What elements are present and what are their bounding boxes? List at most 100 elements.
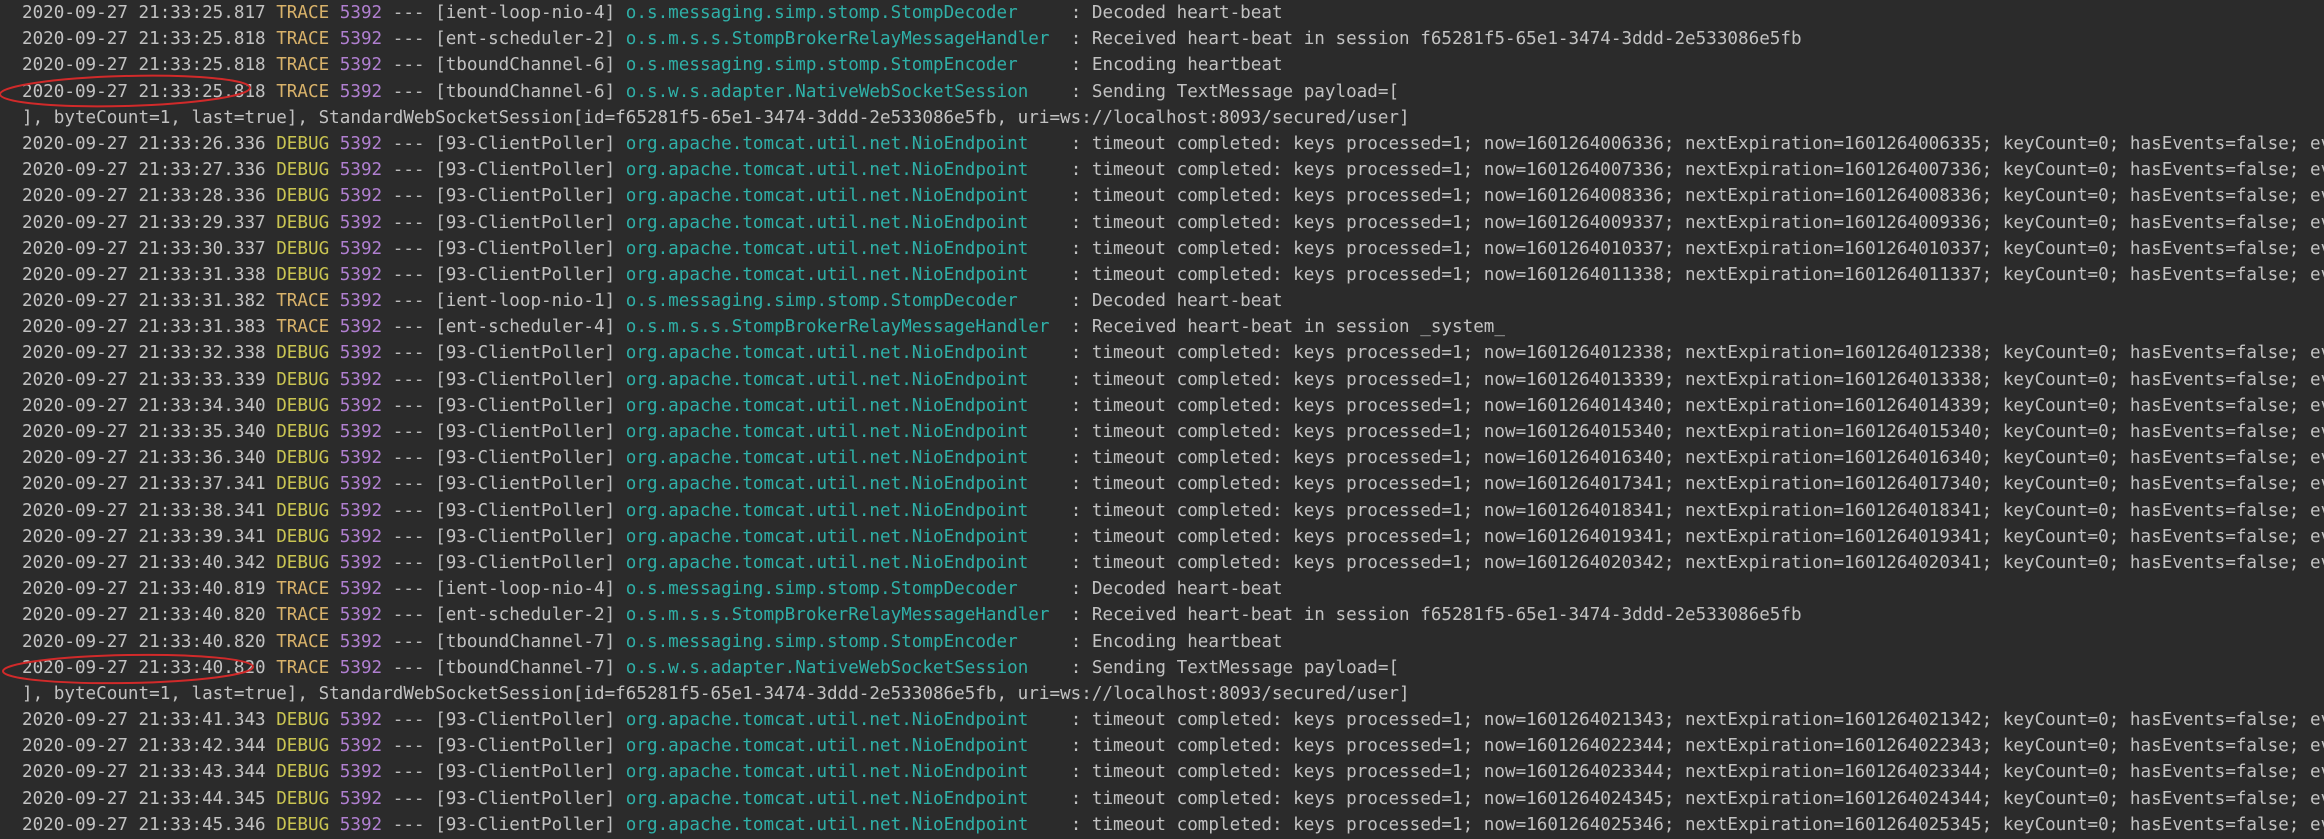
log-timestamp: 2020-09-27 21:33:34.340 <box>22 395 266 416</box>
log-message: : timeout completed: keys processed=1; n… <box>1070 788 2324 809</box>
log-line: 2020-09-27 21:33:29.337 DEBUG 5392 --- [… <box>22 210 2324 236</box>
log-timestamp: 2020-09-27 21:33:42.344 <box>22 736 266 757</box>
log-thread: [93-ClientPoller] <box>435 448 616 469</box>
log-logger: o.s.messaging.simp.stomp.StompDecoder <box>625 291 1061 312</box>
log-timestamp: 2020-09-27 21:33:41.343 <box>22 710 266 731</box>
log-logger: o.s.m.s.s.StompBrokerRelayMessageHandler <box>625 605 1061 626</box>
log-message: : timeout completed: keys processed=1; n… <box>1070 238 2324 259</box>
log-message: : timeout completed: keys processed=1; n… <box>1070 133 2324 154</box>
log-level: TRACE <box>276 3 330 23</box>
log-pid: 5392 <box>339 55 383 76</box>
log-message: : timeout completed: keys processed=1; n… <box>1070 500 2324 521</box>
log-pid: 5392 <box>339 212 383 233</box>
log-level: TRACE <box>276 55 330 76</box>
log-logger: org.apache.tomcat.util.net.NioEndpoint <box>625 186 1061 207</box>
log-timestamp: 2020-09-27 21:33:32.338 <box>22 343 266 364</box>
log-level: DEBUG <box>276 160 330 181</box>
log-message: : timeout completed: keys processed=1; n… <box>1070 526 2324 547</box>
log-pid: 5392 <box>339 474 383 495</box>
log-logger: org.apache.tomcat.util.net.NioEndpoint <box>625 788 1061 809</box>
log-message: : Received heart-beat in session f65281f… <box>1070 29 1802 50</box>
log-level: DEBUG <box>276 526 330 547</box>
log-level: DEBUG <box>276 500 330 521</box>
log-pid: 5392 <box>339 343 383 364</box>
log-thread: [ent-scheduler-2] <box>435 605 616 626</box>
log-line: 2020-09-27 21:33:25.817 TRACE 5392 --- [… <box>22 3 1283 23</box>
log-line: 2020-09-27 21:33:33.339 DEBUG 5392 --- [… <box>22 367 2324 393</box>
log-thread: [93-ClientPoller] <box>435 736 616 757</box>
log-pid: 5392 <box>339 657 383 678</box>
log-level: TRACE <box>276 29 330 50</box>
log-message: : timeout completed: keys processed=1; n… <box>1070 343 2324 364</box>
log-pid: 5392 <box>339 500 383 521</box>
log-timestamp: 2020-09-27 21:33:44.345 <box>22 788 266 809</box>
log-level: TRACE <box>276 579 330 600</box>
log-message: : Encoding heartbeat <box>1070 55 1283 76</box>
log-line: 2020-09-27 21:33:34.340 DEBUG 5392 --- [… <box>22 393 2324 419</box>
log-timestamp: 2020-09-27 21:33:31.338 <box>22 264 266 285</box>
log-message: : Decoded heart-beat <box>1070 3 1283 23</box>
log-level: DEBUG <box>276 474 330 495</box>
log-timestamp: 2020-09-27 21:33:25.818 <box>22 55 266 76</box>
log-line: 2020-09-27 21:33:40.819 TRACE 5392 --- [… <box>22 579 1283 600</box>
log-logger: o.s.w.s.adapter.NativeWebSocketSession <box>625 81 1061 102</box>
log-pid: 5392 <box>339 81 383 102</box>
log-level: DEBUG <box>276 710 330 731</box>
log-timestamp: 2020-09-27 21:33:31.382 <box>22 291 266 312</box>
log-logger: org.apache.tomcat.util.net.NioEndpoint <box>625 500 1061 521</box>
log-timestamp: 2020-09-27 21:33:40.819 <box>22 579 266 600</box>
log-pid: 5392 <box>339 291 383 312</box>
log-pid: 5392 <box>339 710 383 731</box>
log-line: 2020-09-27 21:33:36.340 DEBUG 5392 --- [… <box>22 445 2324 471</box>
log-thread: [tboundChannel-6] <box>435 81 616 102</box>
log-logger: org.apache.tomcat.util.net.NioEndpoint <box>625 526 1061 547</box>
log-line: 2020-09-27 21:33:41.343 DEBUG 5392 --- [… <box>22 707 2324 733</box>
log-line: 2020-09-27 21:33:32.338 DEBUG 5392 --- [… <box>22 340 2324 366</box>
log-message: : timeout completed: keys processed=1; n… <box>1070 186 2324 207</box>
log-level: TRACE <box>276 317 330 338</box>
log-pid: 5392 <box>339 788 383 809</box>
log-level: DEBUG <box>276 448 330 469</box>
log-console[interactable]: 2020-09-27 21:33:25.817 TRACE 5392 --- [… <box>0 0 2324 839</box>
log-thread: [ent-scheduler-2] <box>435 29 616 50</box>
log-thread: [93-ClientPoller] <box>435 343 616 364</box>
log-thread: [93-ClientPoller] <box>435 762 616 783</box>
log-pid: 5392 <box>339 238 383 259</box>
log-pid: 5392 <box>339 736 383 757</box>
log-logger: o.s.messaging.simp.stomp.StompEncoder <box>625 55 1061 76</box>
log-pid: 5392 <box>339 395 383 416</box>
log-timestamp: 2020-09-27 21:33:25.818 <box>22 81 266 102</box>
log-line: 2020-09-27 21:33:35.340 DEBUG 5392 --- [… <box>22 419 2324 445</box>
log-logger: org.apache.tomcat.util.net.NioEndpoint <box>625 762 1061 783</box>
log-level: TRACE <box>276 605 330 626</box>
log-line: 2020-09-27 21:33:40.820 TRACE 5392 --- [… <box>22 631 1283 652</box>
log-timestamp: 2020-09-27 21:33:25.817 <box>22 3 266 23</box>
log-logger: o.s.messaging.simp.stomp.StompDecoder <box>625 579 1061 600</box>
log-timestamp: 2020-09-27 21:33:31.383 <box>22 317 266 338</box>
log-line: 2020-09-27 21:33:42.344 DEBUG 5392 --- [… <box>22 733 2324 759</box>
log-message: : Sending TextMessage payload=[ <box>1070 81 1400 102</box>
log-logger: o.s.m.s.s.StompBrokerRelayMessageHandler <box>625 317 1061 338</box>
log-thread: [93-ClientPoller] <box>435 710 616 731</box>
log-level: DEBUG <box>276 814 330 835</box>
log-timestamp: 2020-09-27 21:33:25.818 <box>22 29 266 50</box>
log-level: TRACE <box>276 631 330 652</box>
log-level: DEBUG <box>276 186 330 207</box>
log-pid: 5392 <box>339 631 383 652</box>
log-timestamp: 2020-09-27 21:33:26.336 <box>22 133 266 154</box>
log-logger: org.apache.tomcat.util.net.NioEndpoint <box>625 448 1061 469</box>
log-message: : timeout completed: keys processed=1; n… <box>1070 369 2324 390</box>
log-pid: 5392 <box>339 160 383 181</box>
log-level: DEBUG <box>276 238 330 259</box>
log-timestamp: 2020-09-27 21:33:37.341 <box>22 474 266 495</box>
log-line: 2020-09-27 21:33:31.383 TRACE 5392 --- [… <box>22 317 1505 338</box>
log-message: : Received heart-beat in session _system… <box>1070 317 1505 338</box>
log-line: 2020-09-27 21:33:43.344 DEBUG 5392 --- [… <box>22 759 2324 785</box>
log-message: : Decoded heart-beat <box>1070 579 1283 600</box>
log-logger: org.apache.tomcat.util.net.NioEndpoint <box>625 369 1061 390</box>
log-continuation-text: ], byteCount=1, last=true], StandardWebS… <box>22 107 1410 128</box>
log-line: 2020-09-27 21:33:40.820 TRACE 5392 --- [… <box>22 605 1802 626</box>
log-line: 2020-09-27 21:33:40.820 TRACE 5392 --- [… <box>22 657 1400 678</box>
log-thread: [93-ClientPoller] <box>435 212 616 233</box>
log-level: DEBUG <box>276 133 330 154</box>
